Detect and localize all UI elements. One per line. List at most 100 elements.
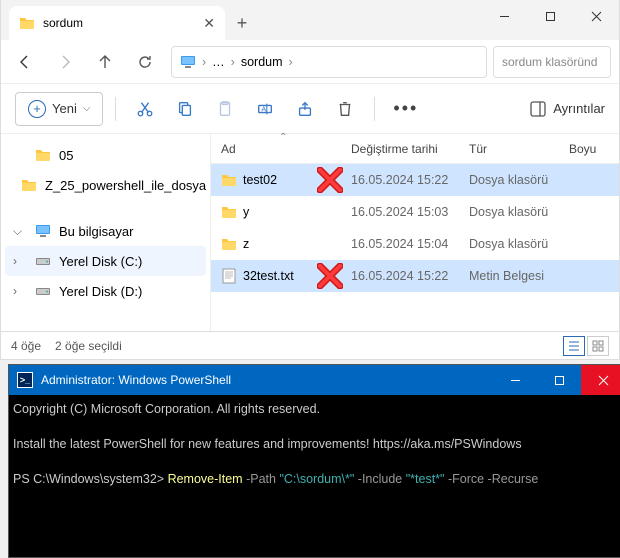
col-modified[interactable]: Değiştirme tarihi (351, 142, 469, 156)
ps-window-controls (493, 365, 620, 395)
paste-button[interactable] (208, 92, 242, 126)
details-button[interactable]: Ayrıntılar (529, 100, 605, 118)
tab-sordum[interactable]: sordum ✕ (9, 6, 225, 40)
folder-icon (221, 236, 237, 252)
ps-titlebar[interactable]: >_ Administrator: Windows PowerShell (9, 365, 620, 395)
nav-bar: › … › sordum › sordum klasöründ (1, 40, 619, 84)
drive-icon (35, 253, 51, 269)
powershell-icon: >_ (17, 372, 33, 388)
sidebar-item[interactable]: Z_25_powershell_ile_dosya (5, 170, 206, 200)
minimize-button[interactable] (481, 0, 527, 32)
file-name: 32test.txt (243, 269, 294, 283)
ps-console[interactable]: Copyright (C) Microsoft Corporation. All… (9, 395, 620, 495)
ps-cmd: Remove-Item (168, 472, 243, 486)
view-large-button[interactable] (587, 336, 609, 356)
status-selected: 2 öğe seçildi (55, 339, 122, 353)
sidebar: 05 Z_25_powershell_ile_dosya ⌵ Bu bilgis… (1, 134, 211, 331)
col-size[interactable]: Boyu (569, 142, 619, 156)
chevron-down-icon: ⌵ (83, 103, 91, 114)
chevron-right-icon: › (231, 55, 235, 69)
drive-icon (35, 283, 51, 299)
file-name: test02 (243, 173, 277, 187)
svg-text:A: A (262, 104, 267, 113)
share-button[interactable] (288, 92, 322, 126)
back-button[interactable] (5, 42, 45, 82)
folder-icon (19, 15, 35, 31)
refresh-button[interactable] (125, 42, 165, 82)
sidebar-item-label: Yerel Disk (D:) (59, 284, 142, 299)
ps-line: Install the latest PowerShell for new fe… (13, 437, 522, 451)
file-date: 16.05.2024 15:22 (351, 269, 469, 283)
sidebar-drive-c[interactable]: › Yerel Disk (C:) (5, 246, 206, 276)
pc-icon (180, 54, 196, 70)
view-details-button[interactable] (563, 336, 585, 356)
close-button[interactable] (573, 0, 619, 32)
ps-string: "*test*" (406, 472, 445, 486)
rename-button[interactable]: A (248, 92, 282, 126)
breadcrumb-dots[interactable]: … (212, 55, 225, 69)
breadcrumb-item[interactable]: sordum (241, 55, 283, 69)
more-button[interactable]: ••• (387, 92, 424, 126)
window-controls (481, 0, 619, 32)
folder-icon (221, 204, 237, 220)
file-icon (221, 268, 237, 284)
sidebar-item[interactable]: 05 (5, 140, 206, 170)
file-row[interactable]: y 16.05.2024 15:03Dosya klasörü (211, 196, 619, 228)
maximize-button[interactable] (527, 0, 573, 32)
status-count: 4 öğe (11, 339, 41, 353)
delete-button[interactable] (328, 92, 362, 126)
plus-icon: + (28, 100, 46, 118)
details-icon (529, 100, 547, 118)
breadcrumb[interactable]: › … › sordum › (171, 46, 487, 78)
sidebar-item-label: Bu bilgisayar (59, 224, 133, 239)
ps-maximize-button[interactable] (537, 365, 581, 395)
file-date: 16.05.2024 15:22 (351, 173, 469, 187)
ps-title: Administrator: Windows PowerShell (41, 373, 231, 387)
tab-close-icon[interactable]: ✕ (203, 15, 215, 32)
ps-string: "C:\sordum\*" (279, 472, 354, 486)
sidebar-drive-d[interactable]: › Yerel Disk (D:) (5, 276, 206, 306)
new-button[interactable]: + Yeni ⌵ (15, 92, 103, 126)
sidebar-item-label: Yerel Disk (C:) (59, 254, 142, 269)
ps-minimize-button[interactable] (493, 365, 537, 395)
tab-title: sordum (43, 16, 83, 30)
file-date: 16.05.2024 15:04 (351, 237, 469, 251)
col-type[interactable]: Tür (469, 142, 569, 156)
chevron-right-icon: › (202, 55, 206, 69)
folder-icon (221, 172, 237, 188)
forward-button[interactable] (45, 42, 85, 82)
file-row[interactable]: test02 16.05.2024 15:22Dosya klasörü (211, 164, 619, 196)
file-type: Dosya klasörü (469, 205, 569, 219)
new-label: Yeni (52, 101, 77, 116)
file-name: y (243, 205, 249, 219)
col-name[interactable]: Ad (211, 142, 351, 156)
search-input[interactable]: sordum klasöründ (493, 46, 611, 78)
ps-close-button[interactable] (581, 365, 620, 395)
ps-prompt: PS C:\Windows\system32> (13, 472, 168, 486)
file-type: Metin Belgesi (469, 269, 569, 283)
explorer-body: 05 Z_25_powershell_ile_dosya ⌵ Bu bilgis… (1, 134, 619, 331)
file-row[interactable]: 32test.txt 16.05.2024 15:22Metin Belgesi (211, 260, 619, 292)
chevron-right-icon: › (289, 55, 293, 69)
file-row[interactable]: z16.05.2024 15:04Dosya klasörü (211, 228, 619, 260)
explorer-window: sordum ✕ + › … › sordum › sordum klasörü… (0, 0, 620, 360)
folder-icon (21, 177, 37, 193)
file-type: Dosya klasörü (469, 173, 569, 187)
up-button[interactable] (85, 42, 125, 82)
cut-button[interactable] (128, 92, 162, 126)
sort-icon: ⌃ (279, 132, 287, 143)
ps-line: Copyright (C) Microsoft Corporation. All… (13, 402, 320, 416)
toolbar: + Yeni ⌵ A ••• Ayrıntılar (1, 84, 619, 134)
delete-mark-icon (317, 263, 343, 289)
copy-button[interactable] (168, 92, 202, 126)
delete-mark-icon (317, 167, 343, 193)
folder-icon (35, 147, 51, 163)
file-type: Dosya klasörü (469, 237, 569, 251)
sidebar-item-label: 05 (59, 148, 73, 163)
chevron-right-icon: › (13, 284, 27, 298)
file-list: ⌃ Ad Değiştirme tarihi Tür Boyu test02 16… (211, 134, 619, 331)
sidebar-this-pc[interactable]: ⌵ Bu bilgisayar (5, 216, 206, 246)
file-date: 16.05.2024 15:03 (351, 205, 469, 219)
new-tab-button[interactable]: + (225, 6, 259, 40)
column-headers: ⌃ Ad Değiştirme tarihi Tür Boyu (211, 134, 619, 164)
